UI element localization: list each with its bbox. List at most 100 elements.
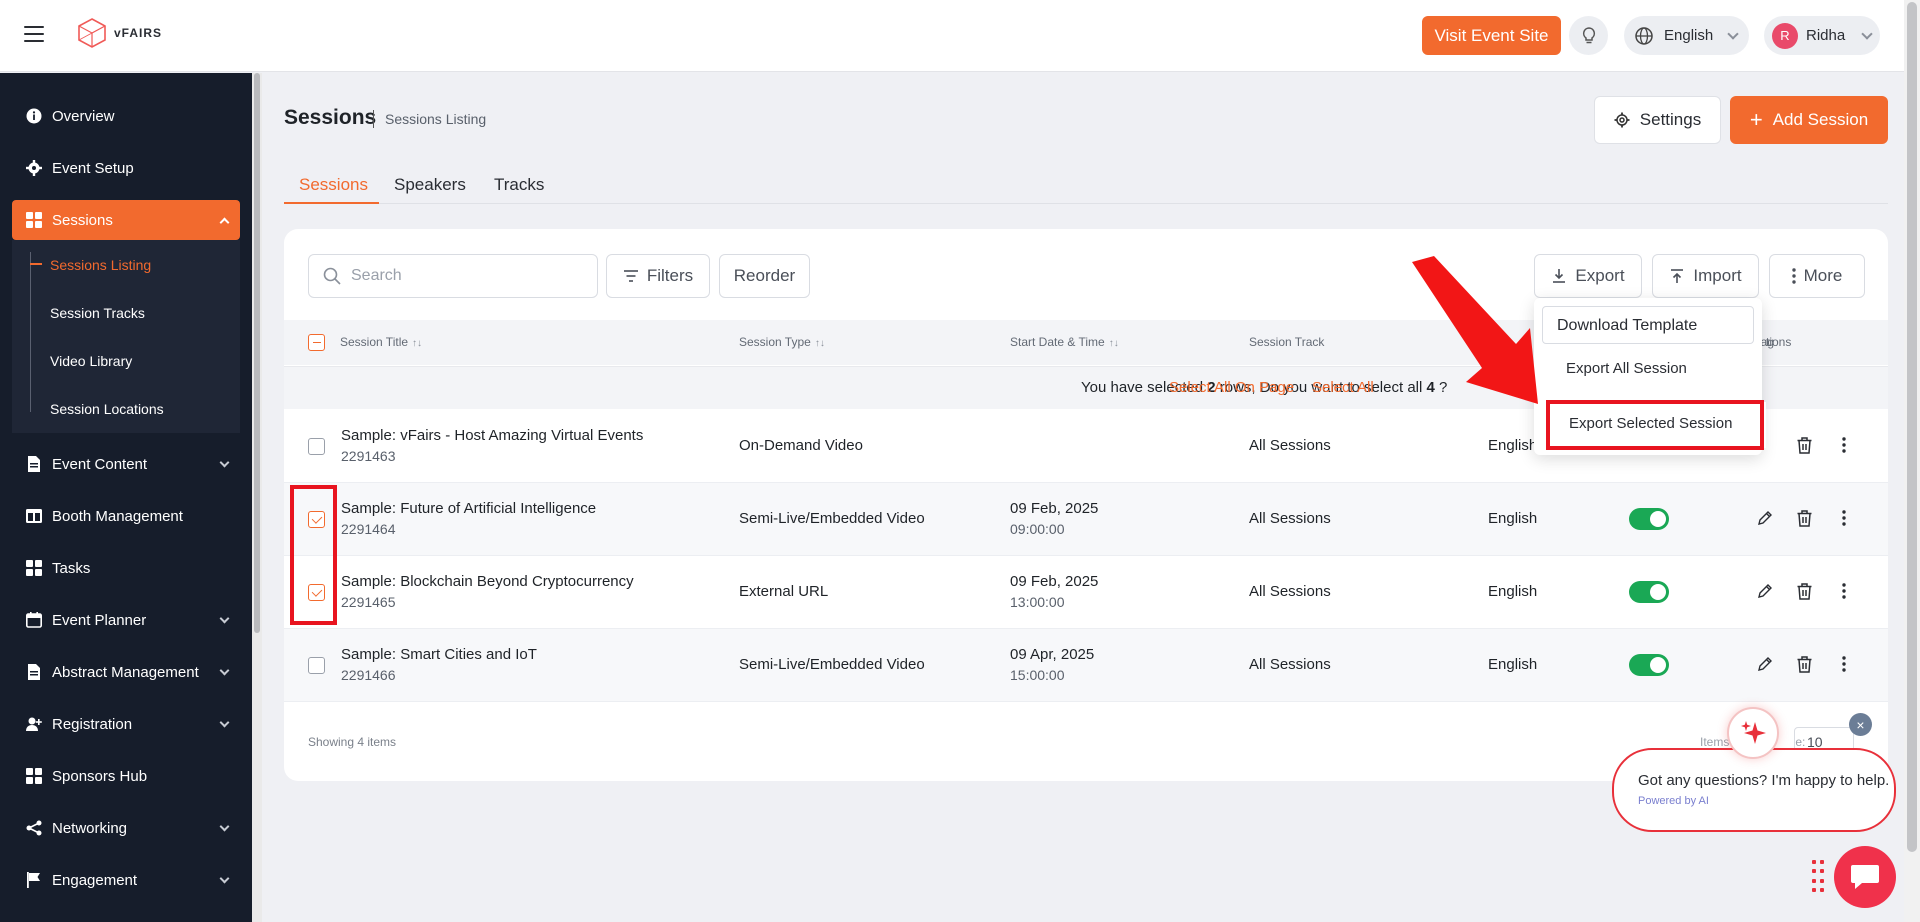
column-header-actions-full: Actions	[1764, 335, 1765, 336]
gear-icon	[26, 160, 42, 176]
delete-icon[interactable]	[1795, 655, 1813, 673]
sidebar-scrollbar-thumb[interactable]	[254, 73, 260, 633]
row-checkbox[interactable]	[308, 438, 325, 455]
settings-button[interactable]: Settings	[1594, 96, 1721, 144]
sidebar-item-sessions[interactable]: Sessions	[12, 200, 240, 240]
chat-launcher-button[interactable]	[1834, 846, 1896, 908]
sidebar-item-engagement[interactable]: Engagement	[12, 860, 240, 900]
page-scrollbar-thumb[interactable]	[1907, 2, 1917, 852]
add-session-button[interactable]: + Add Session	[1730, 96, 1888, 144]
search-input[interactable]	[351, 267, 581, 285]
session-id: 2291465	[341, 594, 396, 610]
export-selected-session-option[interactable]: Export Selected Session	[1546, 400, 1764, 450]
export-all-session-option[interactable]: Export All Session	[1566, 360, 1687, 377]
search-box[interactable]	[308, 254, 598, 298]
session-track: All Sessions	[1249, 656, 1331, 673]
status-toggle[interactable]	[1629, 654, 1669, 676]
kebab-menu-icon[interactable]	[1835, 509, 1853, 527]
delete-icon[interactable]	[1795, 509, 1813, 527]
session-time: 13:00:00	[1010, 594, 1065, 610]
sidebar-item-abstract-management[interactable]: Abstract Management	[12, 652, 240, 692]
page-scrollbar[interactable]	[1904, 0, 1920, 922]
sidebar-item-event-planner[interactable]: Event Planner	[12, 600, 240, 640]
drag-handle-icon[interactable]	[1812, 860, 1824, 894]
user-menu[interactable]: R Ridha	[1764, 16, 1880, 55]
sidebar-item-label: Sessions	[52, 211, 113, 229]
submenu-active-marker	[30, 263, 42, 265]
hamburger-menu-icon[interactable]	[24, 26, 44, 44]
sidebar-item-label: Engagement	[52, 871, 138, 889]
import-button[interactable]: Import	[1652, 254, 1759, 298]
sidebar-item-registration[interactable]: Registration	[12, 704, 240, 744]
sidebar-item-label: Event Planner	[52, 611, 147, 629]
column-header-title[interactable]: Session Title ↑↓	[340, 335, 422, 349]
edit-pencil-icon[interactable]	[1755, 582, 1773, 600]
tab-sessions[interactable]: Sessions	[299, 175, 368, 195]
chevron-down-icon	[1727, 27, 1739, 40]
close-icon[interactable]: ×	[1849, 713, 1872, 736]
sidebar-item-overview[interactable]: Overview	[12, 96, 240, 136]
kebab-menu-icon[interactable]	[1835, 582, 1853, 600]
chevron-down-icon	[219, 613, 230, 624]
select-all-on-page-link[interactable]: Select All On Page	[1169, 379, 1294, 396]
session-date: 09 Apr, 2025	[1010, 646, 1095, 663]
status-toggle[interactable]	[1629, 581, 1669, 603]
tab-tracks[interactable]: Tracks	[494, 175, 544, 195]
delete-icon[interactable]	[1795, 582, 1813, 600]
download-template-option[interactable]: Download Template	[1542, 306, 1754, 344]
booth-icon	[26, 508, 42, 524]
kebab-menu-icon[interactable]	[1835, 436, 1853, 454]
session-title[interactable]: Sample: Blockchain Beyond Cryptocurrency	[341, 573, 634, 590]
sort-icon[interactable]: ↑↓	[815, 338, 825, 349]
sidebar-item-networking[interactable]: Networking	[12, 808, 240, 848]
session-time: 09:00:00	[1010, 521, 1065, 537]
table-row[interactable]: Sample: Blockchain Beyond Cryptocurrency…	[284, 556, 1888, 629]
sidebar-scrollbar[interactable]	[252, 73, 262, 922]
kebab-menu-icon[interactable]	[1835, 655, 1853, 673]
session-language: English	[1488, 437, 1538, 454]
table-row[interactable]: Sample: Smart Cities and IoT 2291466 Sem…	[284, 629, 1888, 702]
filter-icon	[623, 270, 638, 282]
subnav-sessions-listing[interactable]: Sessions Listing	[50, 257, 151, 273]
language-selector[interactable]: English	[1624, 16, 1749, 55]
sidebar-item-label: Tasks	[52, 559, 91, 577]
table-row[interactable]: Sample: Future of Artificial Intelligenc…	[284, 483, 1888, 556]
edit-pencil-icon[interactable]	[1755, 509, 1773, 527]
submenu-line	[30, 252, 31, 412]
subnav-session-tracks[interactable]: Session Tracks	[50, 305, 145, 321]
status-toggle[interactable]	[1629, 508, 1669, 530]
session-title[interactable]: Sample: vFairs - Host Amazing Virtual Ev…	[341, 427, 643, 444]
select-all-checkbox[interactable]	[308, 334, 325, 351]
row-checkbox[interactable]	[308, 657, 325, 674]
more-button[interactable]: More	[1769, 254, 1865, 298]
subnav-video-library[interactable]: Video Library	[50, 353, 132, 369]
chevron-down-icon	[219, 873, 230, 884]
subnav-session-locations[interactable]: Session Locations	[50, 401, 164, 417]
logo[interactable]: vFAIRS	[78, 18, 162, 48]
sidebar-item-event-content[interactable]: Event Content	[12, 444, 240, 484]
export-button[interactable]: Export	[1534, 254, 1642, 298]
visit-event-site-button[interactable]: Visit Event Site	[1422, 16, 1561, 55]
sort-icon[interactable]: ↑↓	[1109, 338, 1119, 349]
session-title[interactable]: Sample: Future of Artificial Intelligenc…	[341, 500, 596, 517]
lightbulb-icon[interactable]	[1569, 16, 1608, 55]
column-header-type[interactable]: Session Type ↑↓	[739, 335, 825, 349]
session-id: 2291463	[341, 448, 396, 464]
sidebar-item-event-setup[interactable]: Event Setup	[12, 148, 240, 188]
delete-icon[interactable]	[1795, 436, 1813, 454]
ai-chat-bubble[interactable]	[1612, 748, 1896, 832]
ai-sparkle-icon[interactable]	[1727, 707, 1779, 759]
ai-powered-label: Powered by AI	[1638, 795, 1709, 807]
column-header-start[interactable]: Start Date & Time ↑↓	[1010, 335, 1119, 349]
sidebar-item-booth-management[interactable]: Booth Management	[12, 496, 240, 536]
tab-speakers[interactable]: Speakers	[394, 175, 466, 195]
edit-pencil-icon[interactable]	[1755, 655, 1773, 673]
session-title[interactable]: Sample: Smart Cities and IoT	[341, 646, 537, 663]
session-type: Semi-Live/Embedded Video	[739, 656, 925, 673]
filters-button[interactable]: Filters	[606, 254, 710, 298]
reorder-button[interactable]: Reorder	[719, 254, 810, 298]
sidebar-item-sponsors-hub[interactable]: Sponsors Hub	[12, 756, 240, 796]
select-all-link[interactable]: Select All	[1312, 379, 1374, 396]
sidebar-item-tasks[interactable]: Tasks	[12, 548, 240, 588]
sort-icon[interactable]: ↑↓	[412, 338, 422, 349]
